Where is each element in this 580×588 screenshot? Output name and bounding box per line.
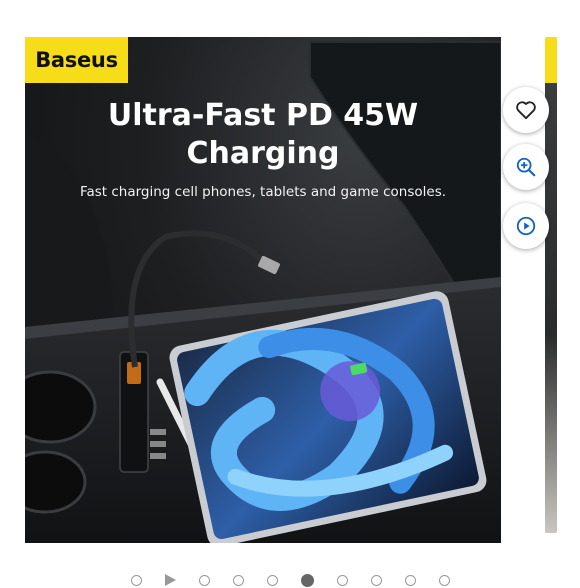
carousel-dot-video[interactable]: [164, 574, 176, 586]
heart-icon: [516, 101, 536, 120]
carousel-dot[interactable]: [232, 574, 244, 586]
play-video-button[interactable]: [503, 203, 549, 249]
headline: Ultra-Fast PD 45W Charging: [25, 97, 501, 173]
carousel-dot[interactable]: [370, 574, 382, 586]
zoom-in-icon: [516, 157, 536, 177]
carousel-indicator: [0, 572, 580, 588]
play-icon: [516, 216, 536, 236]
brand-logo: Baseus: [25, 37, 128, 83]
carousel-dot[interactable]: [438, 574, 450, 586]
headline-line-1: Ultra-Fast PD 45W: [107, 98, 419, 133]
favorite-button[interactable]: [503, 87, 549, 133]
product-image-slide[interactable]: Baseus Ultra-Fast PD 45W Charging Fast c…: [25, 37, 501, 543]
carousel-dot[interactable]: [266, 574, 278, 586]
carousel-dot[interactable]: [336, 574, 348, 586]
carousel-dot-active[interactable]: [300, 573, 314, 587]
subheadline: Fast charging cell phones, tablets and g…: [79, 184, 447, 200]
zoom-button[interactable]: [503, 144, 549, 190]
carousel-dot[interactable]: [198, 574, 210, 586]
carousel-dot[interactable]: [404, 574, 416, 586]
carousel-dot[interactable]: [130, 574, 142, 586]
headline-line-2: Charging: [186, 136, 340, 171]
